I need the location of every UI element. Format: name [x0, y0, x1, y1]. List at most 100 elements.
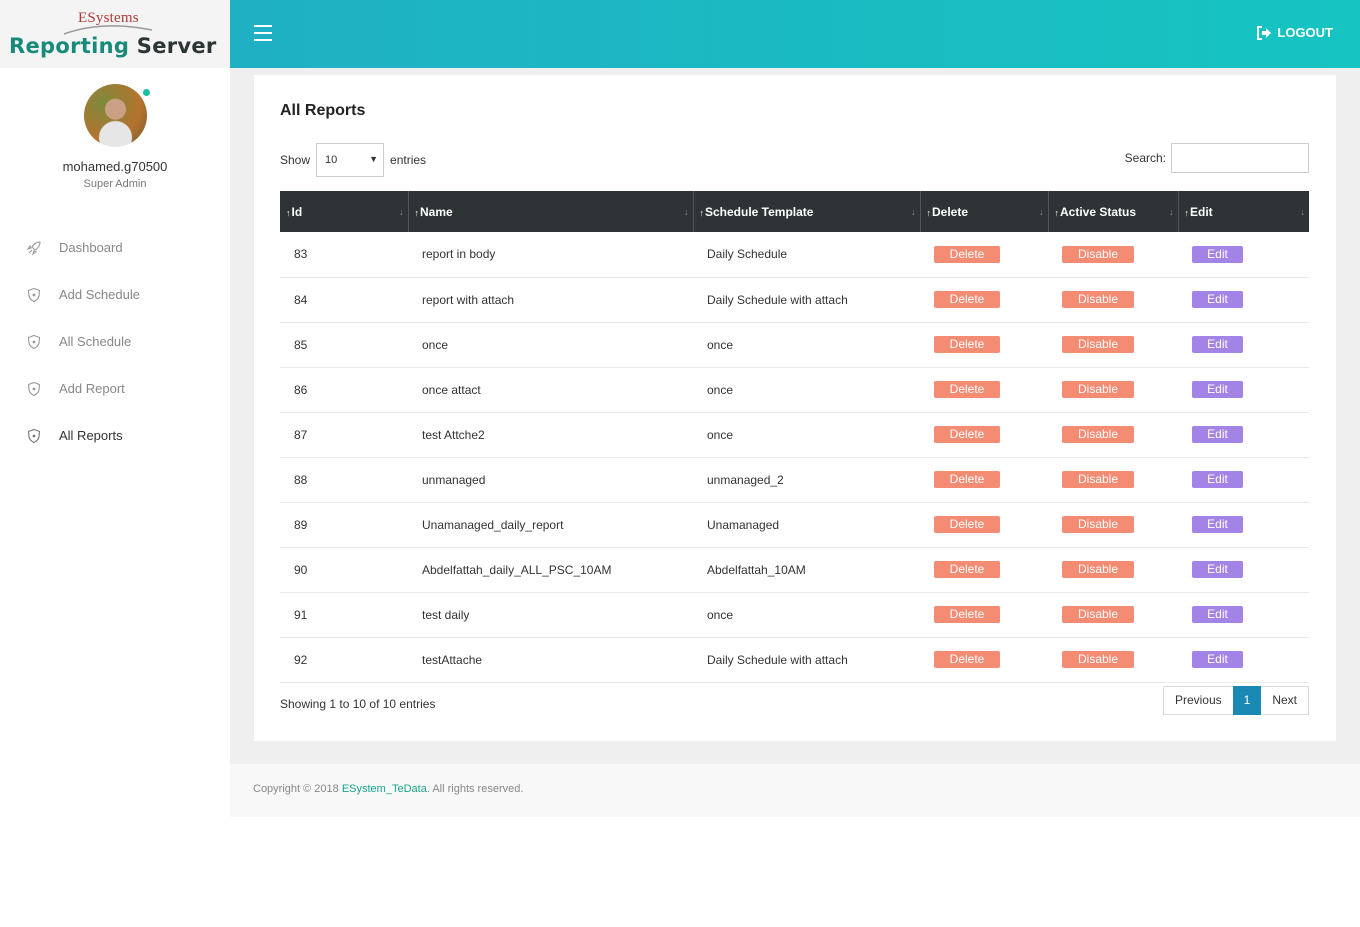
sidebar-item-add-schedule[interactable]: Add Schedule [0, 271, 230, 318]
sidebar-item-label: Add Report [59, 381, 125, 396]
cell-template: unmanaged_2 [693, 457, 920, 503]
column-header-label: Delete [932, 204, 969, 219]
edit-button[interactable]: Edit [1192, 606, 1243, 623]
edit-button[interactable]: Edit [1192, 245, 1243, 263]
sidebar-item-dashboard[interactable]: Dashboard [0, 224, 230, 271]
table-header-row: ↑Id ↓ ↑Name ↓ ↑Schedule Template ↓ ↑Delete ↓… [280, 191, 1309, 232]
cell-name: Abdelfattah_daily_ALL_PSC_10AM [408, 547, 693, 593]
table-info: Showing 1 to 10 of 10 entries [280, 697, 436, 711]
avatar[interactable] [83, 84, 150, 147]
disable-button[interactable]: Disable [1062, 516, 1134, 533]
cell-name: report in body [408, 232, 693, 278]
edit-button[interactable]: Edit [1192, 651, 1243, 668]
edit-button[interactable]: Edit [1192, 561, 1243, 578]
disable-button[interactable]: Disable [1062, 245, 1134, 263]
delete-button[interactable]: Delete [934, 516, 1000, 533]
table-row: 88 unmanaged unmanaged_2 Delete Disable … [280, 457, 1309, 503]
sidebar-item-all-schedule[interactable]: All Schedule [0, 318, 230, 365]
delete-button[interactable]: Delete [934, 471, 1000, 488]
shield-icon [26, 287, 42, 303]
table-row: 90 Abdelfattah_daily_ALL_PSC_10AM Abdelf… [280, 547, 1309, 593]
edit-button[interactable]: Edit [1192, 516, 1243, 533]
delete-button[interactable]: Delete [934, 381, 1000, 398]
footer: Copyright © 2018 ESystem_TeData. All rig… [230, 764, 1360, 817]
cell-id: 91 [280, 592, 408, 638]
sidebar-item-label: Dashboard [59, 240, 123, 255]
page-length-select[interactable]: 10 [316, 143, 385, 177]
shield-icon [26, 428, 42, 444]
sidebar: ESystems Reporting Server mohamed.g70500… [0, 0, 230, 927]
previous-page-button[interactable]: Previous [1162, 686, 1233, 715]
delete-button[interactable]: Delete [934, 561, 1000, 578]
cell-id: 86 [280, 367, 408, 413]
company-link[interactable]: ESystem_TeData [342, 783, 427, 795]
delete-button[interactable]: Delete [934, 651, 1000, 668]
delete-button[interactable]: Delete [934, 336, 1000, 353]
table-row: 91 test daily once Delete Disable Edit [280, 592, 1309, 638]
edit-button[interactable]: Edit [1192, 471, 1243, 488]
sidebar-item-add-report[interactable]: Add Report [0, 365, 230, 412]
next-page-button[interactable]: Next [1261, 686, 1309, 715]
edit-button[interactable]: Edit [1192, 381, 1243, 398]
page-1-button[interactable]: 1 [1232, 686, 1262, 715]
edit-button[interactable]: Edit [1192, 426, 1243, 443]
app-title-part2: Server [136, 34, 217, 58]
cell-name: once [408, 322, 693, 368]
entries-label: entries [390, 153, 427, 167]
delete-button[interactable]: Delete [934, 245, 1000, 263]
disable-button[interactable]: Disable [1062, 426, 1134, 443]
column-header-delete[interactable]: ↑Delete ↓ [920, 191, 1049, 232]
top-bar: LOGOUT [230, 0, 1360, 68]
search-input[interactable] [1171, 143, 1309, 173]
cell-template: once [693, 592, 920, 638]
column-header-edit[interactable]: ↑Edit ↓ [1178, 191, 1309, 232]
cell-name: testAttache [408, 637, 693, 683]
cell-template: once [693, 367, 920, 413]
disable-button[interactable]: Disable [1062, 381, 1134, 398]
search-control: Search: [1125, 143, 1309, 173]
column-header-label: Name [420, 204, 453, 219]
column-header-id[interactable]: ↑Id ↓ [280, 191, 409, 232]
cell-id: 88 [280, 457, 408, 503]
disable-button[interactable]: Disable [1062, 606, 1134, 623]
delete-button[interactable]: Delete [934, 606, 1000, 623]
table-row: 86 once attact once Delete Disable Edit [280, 367, 1309, 413]
delete-button[interactable]: Delete [934, 291, 1000, 308]
sidebar-nav: Dashboard Add Schedule All Schedule Add … [0, 224, 230, 459]
disable-button[interactable]: Disable [1062, 291, 1134, 308]
menu-toggle-icon[interactable] [254, 25, 272, 41]
user-role: Super Admin [83, 178, 147, 190]
sidebar-item-all-reports[interactable]: All Reports [0, 412, 230, 459]
cell-template: once [693, 322, 920, 368]
rocket-icon [26, 240, 42, 256]
column-header-label: Id [291, 204, 303, 219]
disable-button[interactable]: Disable [1062, 561, 1134, 578]
page-title: All Reports [280, 102, 366, 119]
search-label: Search: [1124, 151, 1166, 165]
edit-button[interactable]: Edit [1192, 336, 1243, 353]
cell-name: report with attach [408, 277, 693, 323]
cell-template: Unamanaged [693, 502, 920, 548]
cell-name: once attact [408, 367, 693, 413]
show-label: Show [280, 153, 311, 167]
cell-template: Abdelfattah_10AM [693, 547, 920, 593]
delete-button[interactable]: Delete [934, 426, 1000, 443]
disable-button[interactable]: Disable [1062, 651, 1134, 668]
edit-button[interactable]: Edit [1192, 291, 1243, 308]
column-header-name[interactable]: ↑Name ↓ [408, 191, 694, 232]
shield-icon [26, 334, 42, 350]
table-row: 85 once once Delete Disable Edit [280, 322, 1309, 368]
table-row: 84 report with attach Daily Schedule wit… [280, 277, 1309, 323]
brand-logo[interactable]: ESystems Reporting Server [0, 0, 230, 68]
reports-table: ↑Id ↓ ↑Name ↓ ↑Schedule Template ↓ ↑Delete ↓… [280, 191, 1309, 683]
column-header-schedule-template[interactable]: ↑Schedule Template ↓ [693, 191, 921, 232]
logout-label: LOGOUT [1277, 25, 1333, 40]
column-header-active-status[interactable]: ↑Active Status ↓ [1048, 191, 1179, 232]
logout-button[interactable]: LOGOUT [1256, 25, 1333, 40]
cell-name: test Attche2 [408, 412, 693, 458]
sidebar-item-label: Add Schedule [59, 287, 140, 302]
reports-card: All Reports Show 10 ▼ entries Search: ↑I… [254, 75, 1336, 741]
disable-button[interactable]: Disable [1062, 336, 1134, 353]
disable-button[interactable]: Disable [1062, 471, 1134, 488]
cell-template: once [693, 412, 920, 458]
